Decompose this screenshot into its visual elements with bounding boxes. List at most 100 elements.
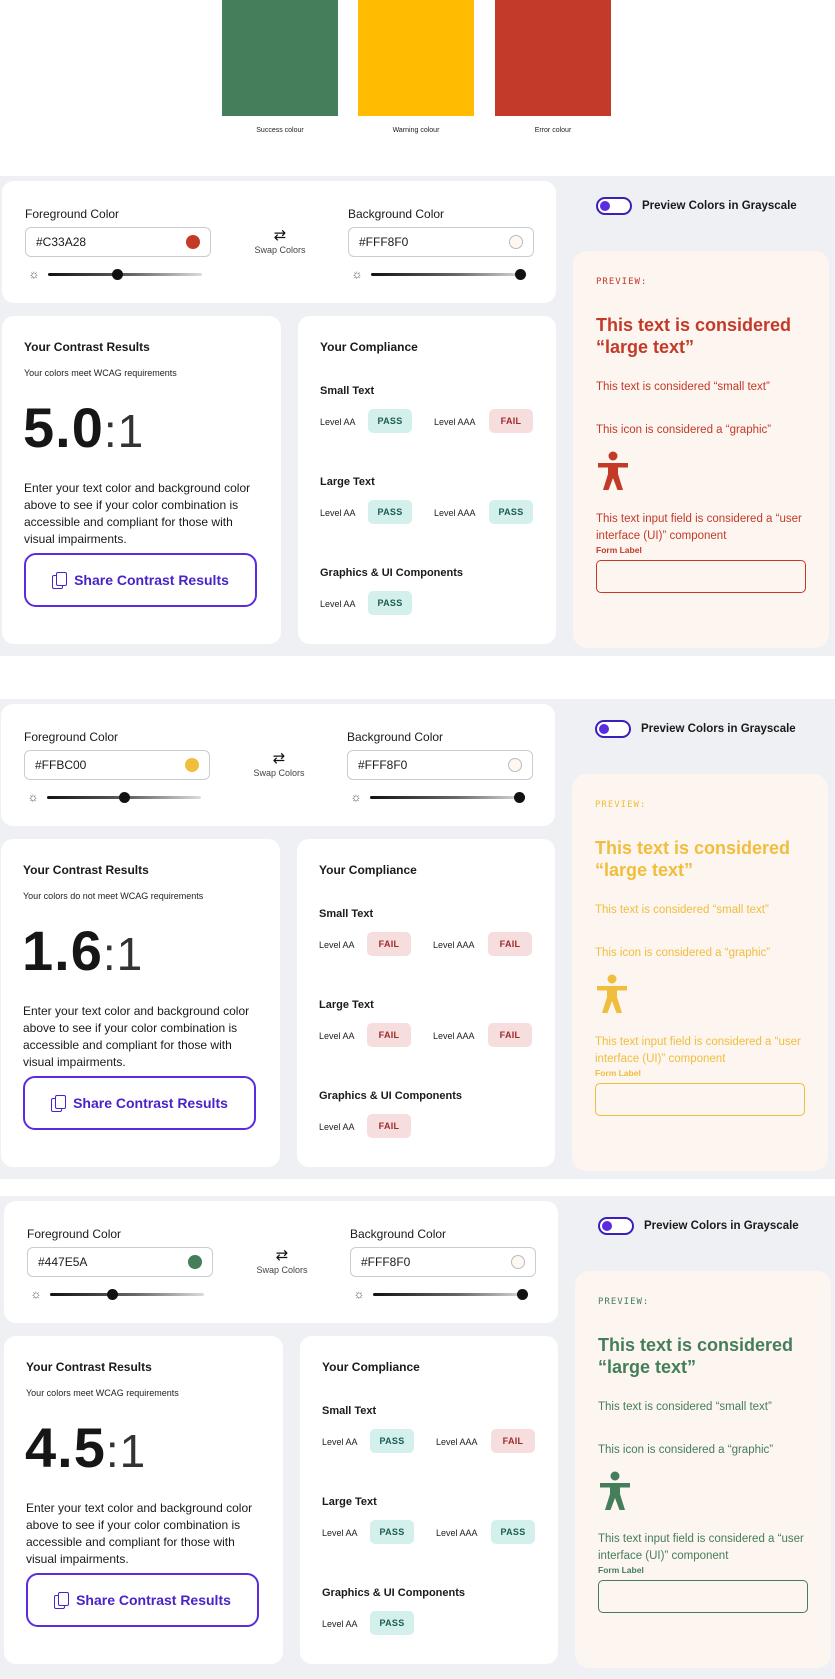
foreground-input[interactable]: #FFBC00 <box>24 750 210 780</box>
slider-knob[interactable] <box>112 268 124 280</box>
wcag-status: Your colors do not meet WCAG requirement… <box>23 891 204 901</box>
contrast-ratio: 4.5:1 <box>25 1420 146 1479</box>
share-contrast-results-button[interactable]: Share Contrast Results <box>23 1076 256 1130</box>
background-value: #FFF8F0 <box>358 758 408 772</box>
color-picker-card: Foreground Color #C33A28 ☼ ⇄ Swap Colors… <box>2 181 556 303</box>
preview-form-label: Form Label <box>598 1565 644 1575</box>
background-color-dot <box>511 1255 525 1269</box>
large-aaa-badge: PASS <box>491 1520 535 1544</box>
small-text-heading: Small Text <box>319 908 374 920</box>
preview-large-text: This text is considered “large text” <box>595 838 791 880</box>
brightness-icon: ☼ <box>30 1287 42 1301</box>
preview-tag: PREVIEW: <box>596 277 648 287</box>
accessibility-icon <box>597 974 627 1013</box>
preview-tag: PREVIEW: <box>598 1297 650 1307</box>
level-aa-label: Level AA <box>319 1122 355 1132</box>
slider-knob[interactable] <box>106 1288 118 1300</box>
level-aaa-label: Level AAA <box>434 417 476 427</box>
compliance-title: Your Compliance <box>319 863 417 877</box>
level-aaa-label: Level AAA <box>433 940 475 950</box>
preview-icon-text: This icon is considered a “graphic” <box>596 424 772 436</box>
level-aa-label: Level AA <box>319 1031 355 1041</box>
slider-track[interactable] <box>373 1288 529 1300</box>
slider-knob[interactable] <box>517 1288 529 1300</box>
grayscale-toggle[interactable] <box>596 197 632 215</box>
grayscale-label: Preview Colors in Grayscale <box>642 200 797 212</box>
grayscale-toggle-row[interactable]: Preview Colors in Grayscale <box>596 197 797 215</box>
slider-track[interactable] <box>370 791 526 803</box>
slider-track[interactable] <box>48 268 202 280</box>
share-contrast-results-button[interactable]: Share Contrast Results <box>26 1573 259 1627</box>
background-input[interactable]: #FFF8F0 <box>350 1247 536 1277</box>
swap-colors-button[interactable]: ⇄ Swap Colors <box>244 751 314 778</box>
preview-form-label: Form Label <box>596 545 642 555</box>
slider-knob[interactable] <box>515 268 527 280</box>
background-brightness-slider[interactable]: ☼ <box>351 268 527 280</box>
grayscale-toggle-row[interactable]: Preview Colors in Grayscale <box>595 720 796 738</box>
color-swatches: Success colour Warning colour Error colour <box>0 0 835 176</box>
preview-input-text: This text input field is considered a “u… <box>595 1036 801 1065</box>
grayscale-toggle[interactable] <box>595 720 631 738</box>
preview-text-input[interactable] <box>595 1083 805 1116</box>
swap-colors-button[interactable]: ⇄ Swap Colors <box>247 1247 317 1275</box>
slider-track[interactable] <box>47 791 201 803</box>
color-picker-card: Foreground Color #FFBC00 ☼ ⇄ Swap Colors… <box>1 704 555 826</box>
background-color-dot <box>509 235 523 249</box>
slider-track[interactable] <box>371 268 527 280</box>
swatch-2 <box>358 0 474 116</box>
swatch-label: Success colour <box>256 127 304 134</box>
preview-large-text: This text is considered “large text” <box>598 1335 794 1377</box>
results-title: Your Contrast Results <box>26 1360 152 1374</box>
results-title: Your Contrast Results <box>23 863 149 877</box>
foreground-input[interactable]: #447E5A <box>27 1247 213 1277</box>
preview-text-input[interactable] <box>598 1580 808 1613</box>
swap-colors-button[interactable]: ⇄ Swap Colors <box>245 227 315 255</box>
contrast-checker-section: Foreground Color #447E5A ☼ ⇄ Swap Colors… <box>0 1196 835 1679</box>
foreground-color-dot <box>188 1255 202 1269</box>
large-aa-badge: PASS <box>370 1520 414 1544</box>
foreground-brightness-slider[interactable]: ☼ <box>28 268 202 280</box>
share-label: Share Contrast Results <box>76 1592 231 1608</box>
graphics-heading: Graphics & UI Components <box>319 1090 463 1102</box>
results-description: Enter your text color and background col… <box>26 1501 253 1566</box>
ratio-suffix: :1 <box>102 928 144 980</box>
swap-arrows-icon: ⇄ <box>273 227 287 244</box>
foreground-label: Foreground Color <box>24 730 119 744</box>
slider-knob[interactable] <box>514 791 526 803</box>
background-brightness-slider[interactable]: ☼ <box>353 1288 529 1300</box>
background-value: #FFF8F0 <box>359 235 409 249</box>
color-picker-card: Foreground Color #447E5A ☼ ⇄ Swap Colors… <box>4 1201 558 1323</box>
foreground-brightness-slider[interactable]: ☼ <box>27 791 201 803</box>
graphics-aa-badge: PASS <box>370 1611 414 1635</box>
background-input[interactable]: #FFF8F0 <box>348 227 534 257</box>
slider-knob[interactable] <box>119 791 130 803</box>
level-aa-label: Level AA <box>322 1437 358 1447</box>
grayscale-toggle-row[interactable]: Preview Colors in Grayscale <box>598 1217 799 1235</box>
background-brightness-slider[interactable]: ☼ <box>350 791 526 803</box>
contrast-results-card: Your Contrast Results Your colors do not… <box>1 839 280 1167</box>
foreground-input[interactable]: #C33A28 <box>25 227 211 257</box>
contrast-results-card: Your Contrast Results Your colors meet W… <box>4 1336 283 1664</box>
swap-arrows-icon: ⇄ <box>275 1247 289 1264</box>
foreground-color-dot <box>186 235 200 249</box>
level-aa-label: Level AA <box>320 599 356 609</box>
background-label: Background Color <box>348 207 445 221</box>
preview-tag: PREVIEW: <box>595 800 647 810</box>
grayscale-toggle[interactable] <box>598 1217 634 1235</box>
share-label: Share Contrast Results <box>74 572 229 588</box>
slider-track[interactable] <box>50 1288 204 1300</box>
background-input[interactable]: #FFF8F0 <box>347 750 533 780</box>
preview-text-input[interactable] <box>596 560 806 593</box>
contrast-ratio: 1.6:1 <box>22 923 143 982</box>
large-text-heading: Large Text <box>322 1496 377 1508</box>
contrast-ratio: 5.0:1 <box>23 400 144 459</box>
preview-input-text: This text input field is considered a “u… <box>598 1533 804 1562</box>
preview-panel: PREVIEW: This text is considered “large … <box>575 1271 831 1668</box>
share-contrast-results-button[interactable]: Share Contrast Results <box>24 553 257 607</box>
large-aa-badge: PASS <box>368 500 412 524</box>
small-text-heading: Small Text <box>322 1405 377 1417</box>
contrast-checker-section: Foreground Color #FFBC00 ☼ ⇄ Swap Colors… <box>0 699 835 1179</box>
foreground-brightness-slider[interactable]: ☼ <box>30 1288 204 1300</box>
grayscale-label: Preview Colors in Grayscale <box>641 723 796 735</box>
foreground-label: Foreground Color <box>25 207 120 221</box>
